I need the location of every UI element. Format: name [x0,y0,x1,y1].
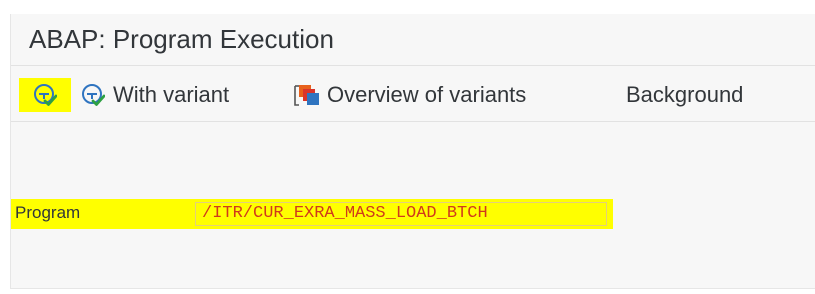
application-toolbar: With variant Overview of variants Backgr… [11,66,815,122]
execute-with-variant-icon [82,84,105,106]
program-input[interactable]: /ITR/CUR_EXRA_MASS_LOAD_BTCH [195,202,607,226]
overview-of-variants-button[interactable]: Overview of variants [293,78,526,112]
overview-of-variants-label: Overview of variants [327,82,527,107]
page-title: ABAP: Program Execution [29,24,334,54]
program-label: Program [15,203,81,222]
execute-button[interactable] [19,78,71,112]
variants-overview-icon [294,85,319,106]
program-field-row: Program /ITR/CUR_EXRA_MASS_LOAD_BTCH [11,199,613,229]
title-bar: ABAP: Program Execution [11,14,815,66]
background-label: Background [626,82,744,107]
background-button[interactable]: Background [626,78,743,112]
execute-icon [34,84,57,106]
execute-with-variant-button[interactable]: With variant [81,78,229,112]
with-variant-label: With variant [113,82,230,107]
program-execution-screen: ABAP: Program Execution With variant Ove… [10,14,815,289]
